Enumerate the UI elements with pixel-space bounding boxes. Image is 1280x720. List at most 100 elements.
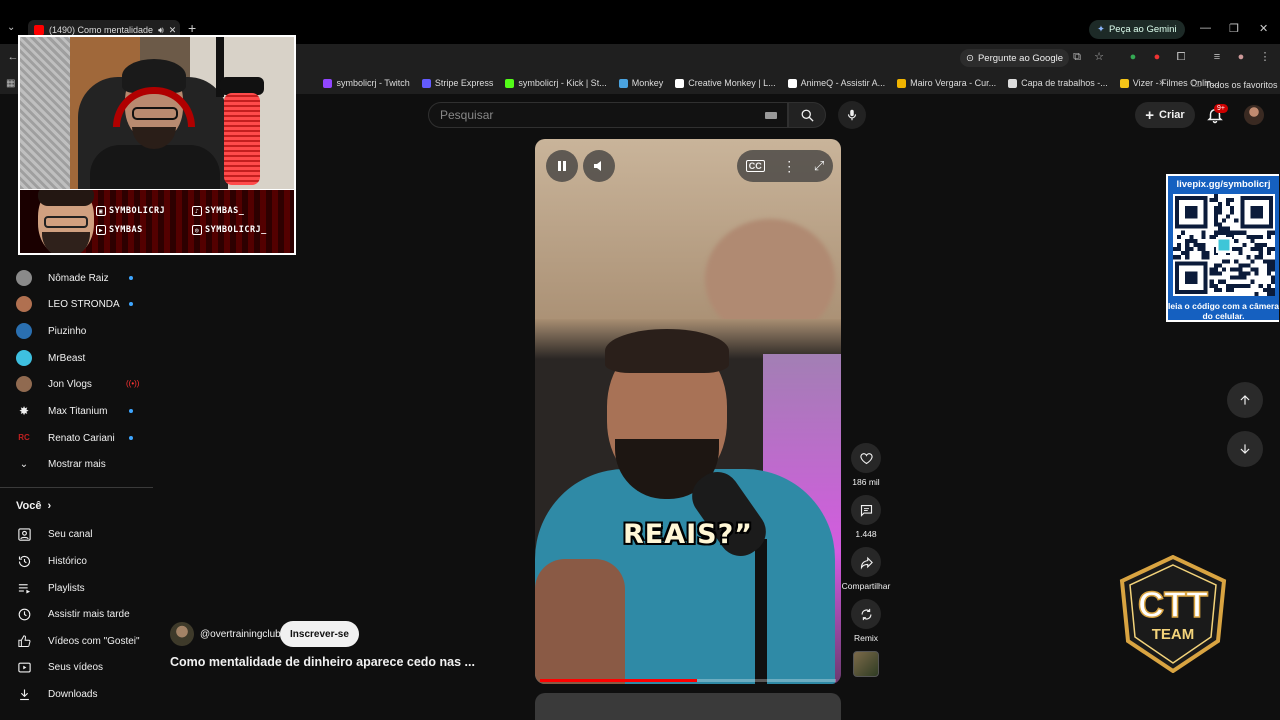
extension-red-icon[interactable]: ●	[1150, 50, 1164, 64]
sidebar-item-your-channel[interactable]: Seu canal	[16, 524, 146, 544]
apps-grid-icon[interactable]: ▦	[6, 78, 15, 89]
video-progress-bar[interactable]	[540, 679, 836, 682]
more-options-icon[interactable]: ⋮	[782, 158, 796, 175]
search-button[interactable]	[788, 102, 826, 128]
pause-icon	[558, 161, 566, 171]
bookmark-item[interactable]: Capa de trabalhos -...	[1008, 78, 1108, 88]
remix-button[interactable]: Remix	[843, 599, 889, 643]
volume-button[interactable]	[583, 150, 615, 182]
bookmark-item[interactable]: Mairo Vergara - Cur...	[897, 78, 996, 88]
sidebar-subscription[interactable]: Piuzinho	[16, 321, 146, 341]
bookmark-item[interactable]: Stripe Express	[421, 78, 493, 88]
profile-icon[interactable]: ●	[1234, 50, 1248, 64]
voice-search-button[interactable]	[838, 101, 866, 129]
share-label: Compartilhar	[841, 581, 891, 591]
channel-handle[interactable]: @overtrainingclub	[200, 629, 281, 640]
bookmark-favicon-icon	[675, 78, 685, 88]
subscribe-button[interactable]: Inscrever-se	[280, 621, 359, 647]
twitch-icon: ▣	[96, 206, 106, 216]
closed-captions-icon[interactable]: CC	[745, 160, 765, 172]
sidebar-item-playlists[interactable]: Playlists	[16, 578, 146, 598]
ask-google-button[interactable]: ⊙ Pergunte ao Google	[960, 49, 1070, 67]
search-input[interactable]: Pesquisar	[428, 102, 788, 128]
like-button[interactable]: 186 mil	[843, 443, 889, 487]
all-bookmarks-folder[interactable]: 🗀 Todos os favoritos	[1192, 77, 1278, 93]
fullscreen-icon[interactable]: ⤢	[814, 158, 824, 174]
bookmark-label: symbolicrj - Kick | St...	[518, 78, 607, 88]
channel-name: Piuzinho	[48, 325, 87, 337]
share-icon	[860, 556, 873, 570]
sidebar-item-history[interactable]: Histórico	[16, 551, 146, 571]
playlists-icon	[16, 580, 32, 596]
channel-avatar	[16, 350, 32, 366]
sidebar-subscription[interactable]: LEO STRONDA	[16, 294, 146, 314]
gemini-sparkle-icon: ✦	[1097, 24, 1105, 35]
sidebar-item-label: Seus vídeos	[48, 661, 104, 673]
restore-icon[interactable]: ❐	[1229, 22, 1239, 35]
channel-name: LEO STRONDA	[48, 298, 120, 310]
history-icon	[16, 553, 32, 569]
sidebar-subscription[interactable]: Nômade Raiz	[16, 268, 146, 288]
channel-name: MrBeast	[48, 352, 86, 364]
channel-name: Max Titanium	[48, 405, 108, 417]
short-title[interactable]: Como mentalidade de dinheiro aparece ced…	[170, 655, 475, 669]
social-handle-text: SYMBOLICRJ	[109, 206, 166, 216]
close-window-icon[interactable]: ✕	[1259, 22, 1268, 35]
bookmark-label: AnimeQ - Assistir A...	[800, 78, 886, 88]
sidebar-item-downloads[interactable]: Downloads	[16, 684, 146, 704]
extensions-puzzle-icon[interactable]: ⧠	[1174, 50, 1188, 64]
sidebar-item-watch-later[interactable]: Assistir mais tarde	[16, 604, 146, 624]
next-short-button[interactable]	[1227, 431, 1263, 467]
sidebar-item-label: Assistir mais tarde	[48, 608, 130, 620]
remix-icon	[861, 608, 871, 620]
sidebar-subscription[interactable]: ✸ Max Titanium	[16, 401, 146, 421]
new-tab-icon[interactable]: +	[188, 20, 196, 36]
sound-thumbnail[interactable]	[853, 651, 879, 677]
short-video-player[interactable]: REAIS?” CC ⋮ ⤢	[535, 139, 841, 684]
browser-menu-icon[interactable]: ⋮	[1258, 50, 1272, 64]
account-avatar[interactable]	[1244, 105, 1264, 125]
sidebar-item-liked-videos[interactable]: Vídeos com "Gostei"	[16, 631, 146, 651]
bookmark-item[interactable]: symbolicrj - Twitch	[323, 78, 410, 88]
sidebar-item-label: Histórico	[48, 555, 87, 567]
create-button[interactable]: + Criar	[1135, 102, 1195, 128]
bookmark-item[interactable]: Creative Monkey | L...	[675, 78, 776, 88]
channel-avatar[interactable]	[170, 622, 194, 646]
share-button[interactable]: Compartilhar	[841, 547, 891, 591]
minimize-icon[interactable]: —	[1200, 22, 1211, 34]
channel-name: Nômade Raiz	[48, 272, 109, 284]
arrow-down-icon	[1240, 444, 1250, 454]
next-short-preview[interactable]	[535, 693, 841, 720]
install-app-icon[interactable]: ⧉	[1070, 50, 1084, 64]
logo-text-bottom: TEAM	[1152, 626, 1195, 643]
show-more-button[interactable]: ⌄ Mostrar mais	[16, 454, 146, 474]
social-handle: ▶ SYMBAS	[96, 225, 143, 235]
more-bookmarks-chevron[interactable]: »	[1159, 77, 1165, 88]
bookmark-star-icon[interactable]: ☆	[1092, 50, 1106, 64]
bookmark-favicon-icon	[897, 78, 907, 88]
tab-search-chevron-icon[interactable]: ⌄	[7, 22, 15, 33]
comment-count: 1.448	[855, 529, 877, 539]
media-controls-icon[interactable]: ≡	[1210, 50, 1224, 64]
new-content-dot	[129, 302, 133, 306]
sidebar-subscription[interactable]: MrBeast	[16, 348, 146, 368]
sidebar-item-label: Downloads	[48, 688, 98, 700]
bookmark-item[interactable]: AnimeQ - Assistir A...	[787, 78, 886, 88]
bookmark-item[interactable]: Monkey	[618, 78, 663, 88]
comments-button[interactable]: 1.448	[843, 495, 889, 539]
bookmark-item[interactable]: symbolicrj - Kick | St...	[505, 78, 607, 88]
tab-close-icon[interactable]: ✕	[169, 25, 177, 36]
speaker-icon[interactable]: 🔊︎	[158, 25, 164, 36]
pause-button[interactable]	[546, 150, 578, 182]
ask-google-label: Pergunte ao Google	[977, 52, 1064, 64]
you-section-heading[interactable]: Você ›	[16, 500, 51, 512]
bookmark-favicon-icon	[505, 78, 515, 88]
previous-short-button[interactable]	[1227, 382, 1263, 418]
keyboard-icon[interactable]	[765, 112, 777, 119]
sidebar-subscription[interactable]: RC Renato Cariani	[16, 428, 146, 448]
gemini-button[interactable]: ✦ Peça ao Gemini	[1089, 20, 1185, 39]
sidebar-subscription[interactable]: Jon Vlogs ((•))	[16, 374, 146, 394]
sidebar-item-your-videos[interactable]: Seus vídeos	[16, 657, 146, 677]
extension-green-icon[interactable]: ●	[1126, 50, 1140, 64]
bookmark-favicon-icon	[421, 78, 431, 88]
